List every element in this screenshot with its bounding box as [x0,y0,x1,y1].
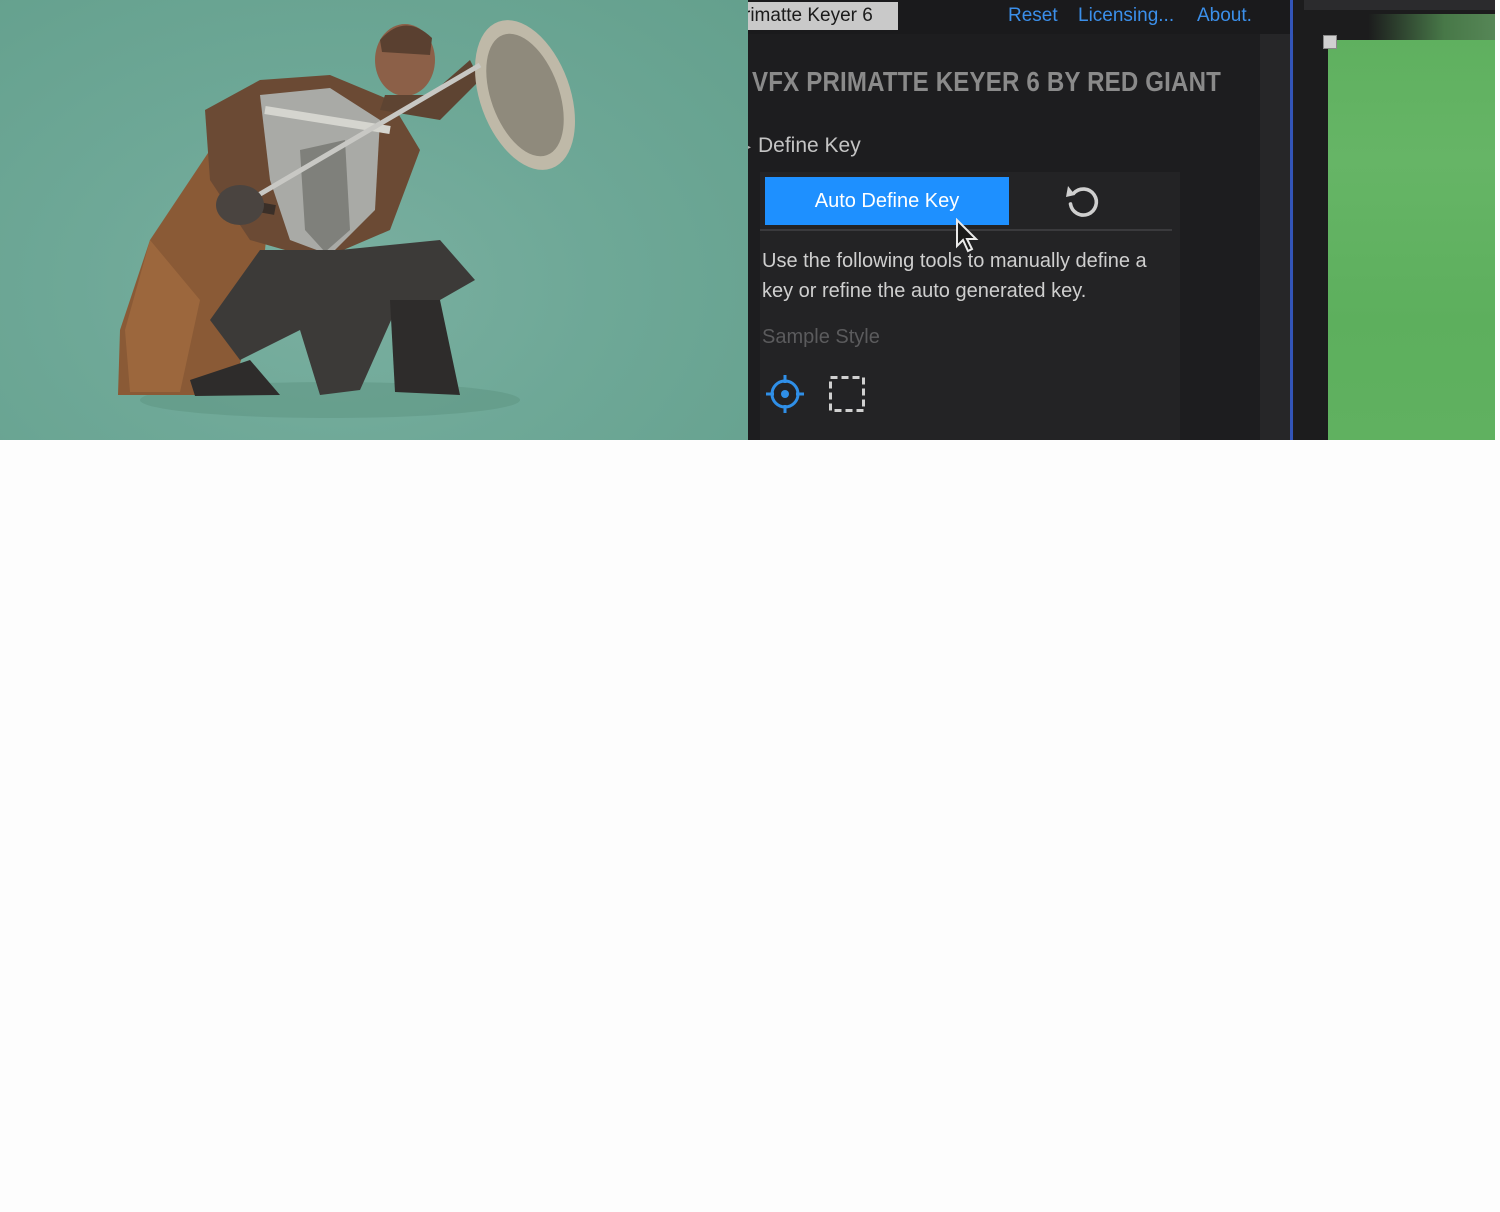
composition-viewer [1294,0,1495,440]
keyed-preview [0,0,748,440]
sample-style-label: Sample Style [762,326,880,348]
warrior-figure [118,20,575,418]
panel-focus-border [1290,0,1293,440]
greenscreen-frame[interactable] [1328,40,1495,440]
panel-header: rimatte Keyer 6 Reset Licensing... About… [748,0,1294,34]
point-sample-tool[interactable] [765,374,805,414]
define-key-section-label[interactable]: Define Key [758,134,861,158]
rect-sample-icon [829,376,865,412]
rect-sample-tool[interactable] [828,375,866,413]
define-key-disclosure-toggle[interactable]: ▸ [748,138,751,155]
layer-transform-handle[interactable] [1323,35,1337,49]
plugin-title: VFX PRIMATTE KEYER 6 BY RED GIANT [752,66,1222,97]
reset-arrow-icon [1066,186,1099,217]
reset-link[interactable]: Reset [1008,4,1058,28]
screenshot-strip: rimatte Keyer 6 Reset Licensing... About… [0,0,1495,440]
effect-controls-panel: rimatte Keyer 6 Reset Licensing... About… [748,0,1294,440]
viewer-top-edge [1304,0,1495,10]
panel-scroll-gutter[interactable] [1260,34,1290,440]
reset-key-button[interactable] [1062,180,1104,222]
licensing-link[interactable]: Licensing... [1078,4,1174,28]
point-sample-icon [766,375,804,413]
instructions-text: Use the following tools to manually defi… [762,250,1147,302]
about-link[interactable]: About. [1197,4,1252,28]
mouse-cursor-icon [956,218,979,253]
effect-name-tab[interactable]: rimatte Keyer 6 [748,2,898,30]
